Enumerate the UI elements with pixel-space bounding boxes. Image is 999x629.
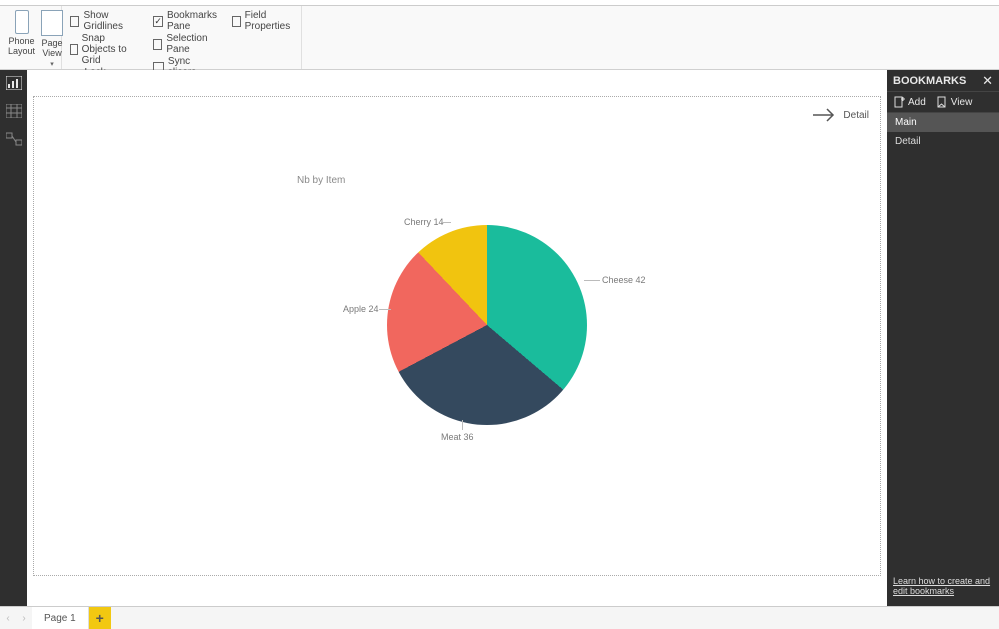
chart-title: Nb by Item (297, 175, 345, 186)
chk-selection-pane[interactable]: Selection Pane (153, 33, 218, 55)
bookmarks-learn-link[interactable]: Learn how to create and edit bookmarks (893, 576, 990, 596)
chk-snap-to-grid[interactable]: Snap Objects to Grid (70, 33, 139, 66)
model-view-icon[interactable] (6, 132, 22, 146)
slice-label-meat: Meat 36 (441, 432, 474, 442)
bookmark-list: Main Detail (887, 113, 999, 570)
page-prev-button[interactable]: ‹ (0, 607, 16, 629)
chevron-down-icon: ▾ (50, 61, 54, 68)
bookmark-add-icon (893, 96, 905, 108)
page-tabs: ‹ › Page 1 + (0, 606, 999, 629)
slice-label-cheese: Cheese 42 (602, 275, 646, 285)
left-rail (0, 70, 27, 606)
slice-label-cherry: Cherry 14 (404, 217, 444, 227)
slice-label-apple: Apple 24 (343, 304, 379, 314)
page-next-button[interactable]: › (16, 607, 32, 629)
bookmarks-pane: BOOKMARKS ✕ Add View Main Detail Learn h… (887, 70, 999, 606)
ribbon: Phone Layout Page View ▾ View Show Gridl… (0, 6, 999, 70)
phone-layout-button[interactable]: Phone Layout (8, 8, 35, 70)
page-tab-1[interactable]: Page 1 (32, 607, 89, 629)
close-icon[interactable]: ✕ (982, 73, 993, 89)
report-canvas[interactable]: Detail Nb by Item Cheese 42 Meat 36 Appl… (27, 70, 887, 606)
bookmark-item-main[interactable]: Main (887, 113, 999, 132)
page-icon (41, 10, 63, 36)
detail-nav-button[interactable]: Detail (811, 106, 869, 124)
report-view-icon[interactable] (6, 76, 22, 90)
pie-chart[interactable] (387, 225, 587, 425)
bookmarks-title: BOOKMARKS (893, 75, 966, 87)
bookmark-view-button[interactable]: View (936, 96, 973, 108)
chk-show-gridlines[interactable]: Show Gridlines (70, 10, 139, 32)
page-view-button[interactable]: Page View ▾ (41, 8, 63, 70)
chk-field-properties[interactable]: Field Properties (232, 10, 293, 32)
arrow-right-icon (811, 106, 837, 124)
bookmark-add-button[interactable]: Add (893, 96, 926, 108)
pie-slices (387, 225, 587, 425)
bookmark-item-detail[interactable]: Detail (887, 132, 999, 151)
data-view-icon[interactable] (6, 104, 22, 118)
bookmark-view-icon (936, 96, 948, 108)
page-add-button[interactable]: + (89, 607, 111, 629)
chk-bookmarks-pane[interactable]: Bookmarks Pane (153, 10, 218, 32)
phone-icon (15, 10, 29, 34)
